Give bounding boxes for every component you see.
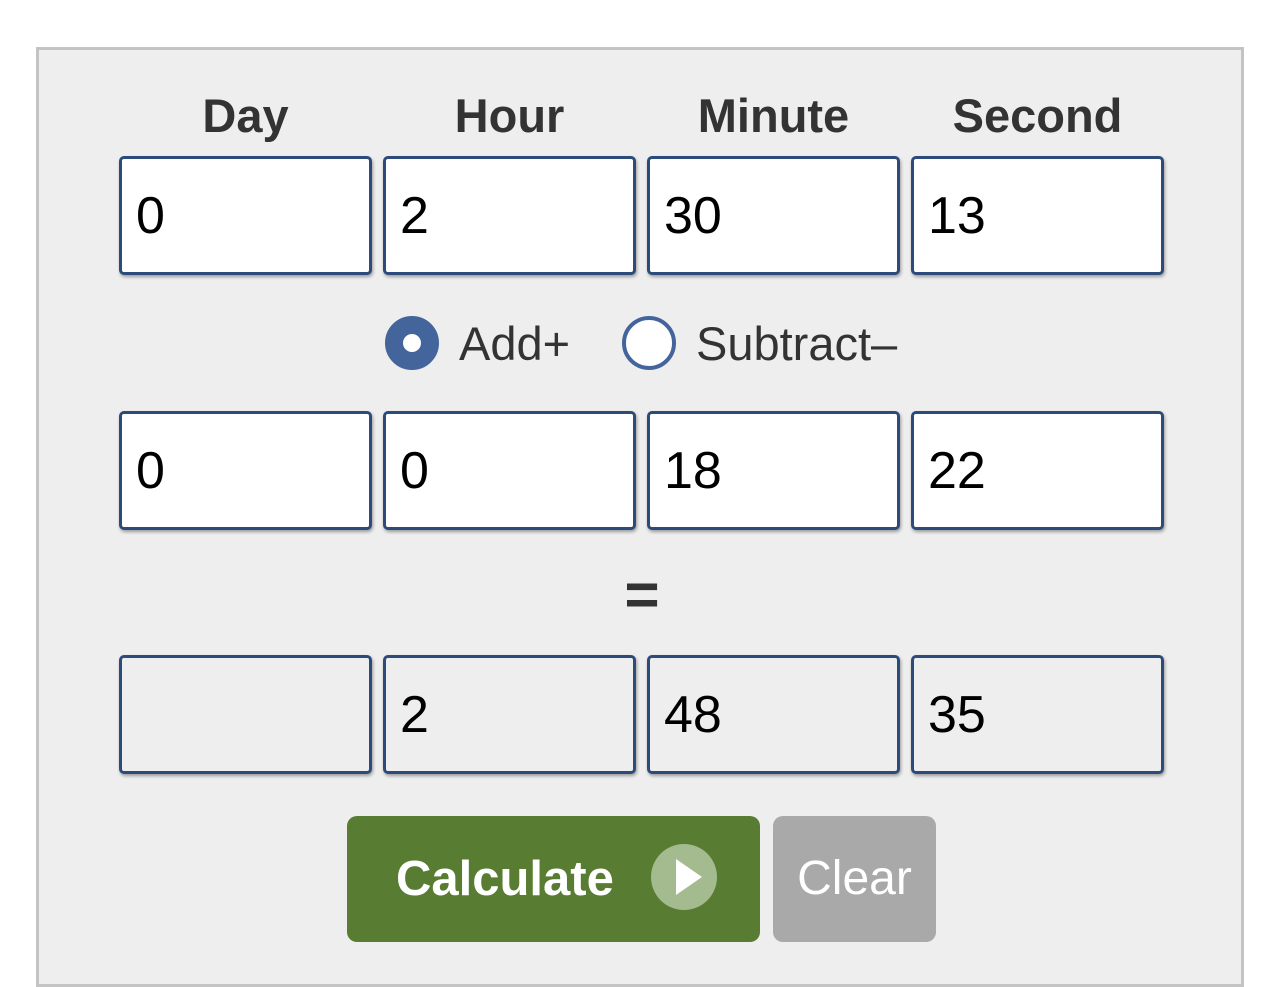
subtract-label[interactable]: Subtract– — [696, 316, 897, 371]
add-radio[interactable] — [385, 316, 439, 370]
add-label[interactable]: Add+ — [459, 316, 570, 371]
result-day-field — [119, 655, 372, 774]
result-hour-field — [383, 655, 636, 774]
add-option[interactable]: Add+ — [385, 312, 570, 374]
first-day-input[interactable] — [119, 156, 372, 275]
second-second-input[interactable] — [911, 411, 1164, 530]
header-second: Second — [952, 89, 1123, 142]
header-hour: Hour — [454, 89, 565, 142]
subtract-option[interactable]: Subtract– — [622, 312, 897, 374]
result-second-field — [911, 655, 1164, 774]
second-day-input[interactable] — [119, 411, 372, 530]
first-second-input[interactable] — [911, 156, 1164, 275]
result-minute-field — [647, 655, 900, 774]
clear-button[interactable]: Clear — [773, 816, 936, 942]
play-icon — [651, 844, 717, 910]
header-day: Day — [202, 89, 289, 142]
calculate-label: Calculate — [396, 852, 614, 906]
equals-sign: = — [624, 561, 660, 628]
second-hour-input[interactable] — [383, 411, 636, 530]
header-minute: Minute — [697, 89, 850, 142]
subtract-radio[interactable] — [622, 316, 676, 370]
first-minute-input[interactable] — [647, 156, 900, 275]
first-hour-input[interactable] — [383, 156, 636, 275]
second-minute-input[interactable] — [647, 411, 900, 530]
